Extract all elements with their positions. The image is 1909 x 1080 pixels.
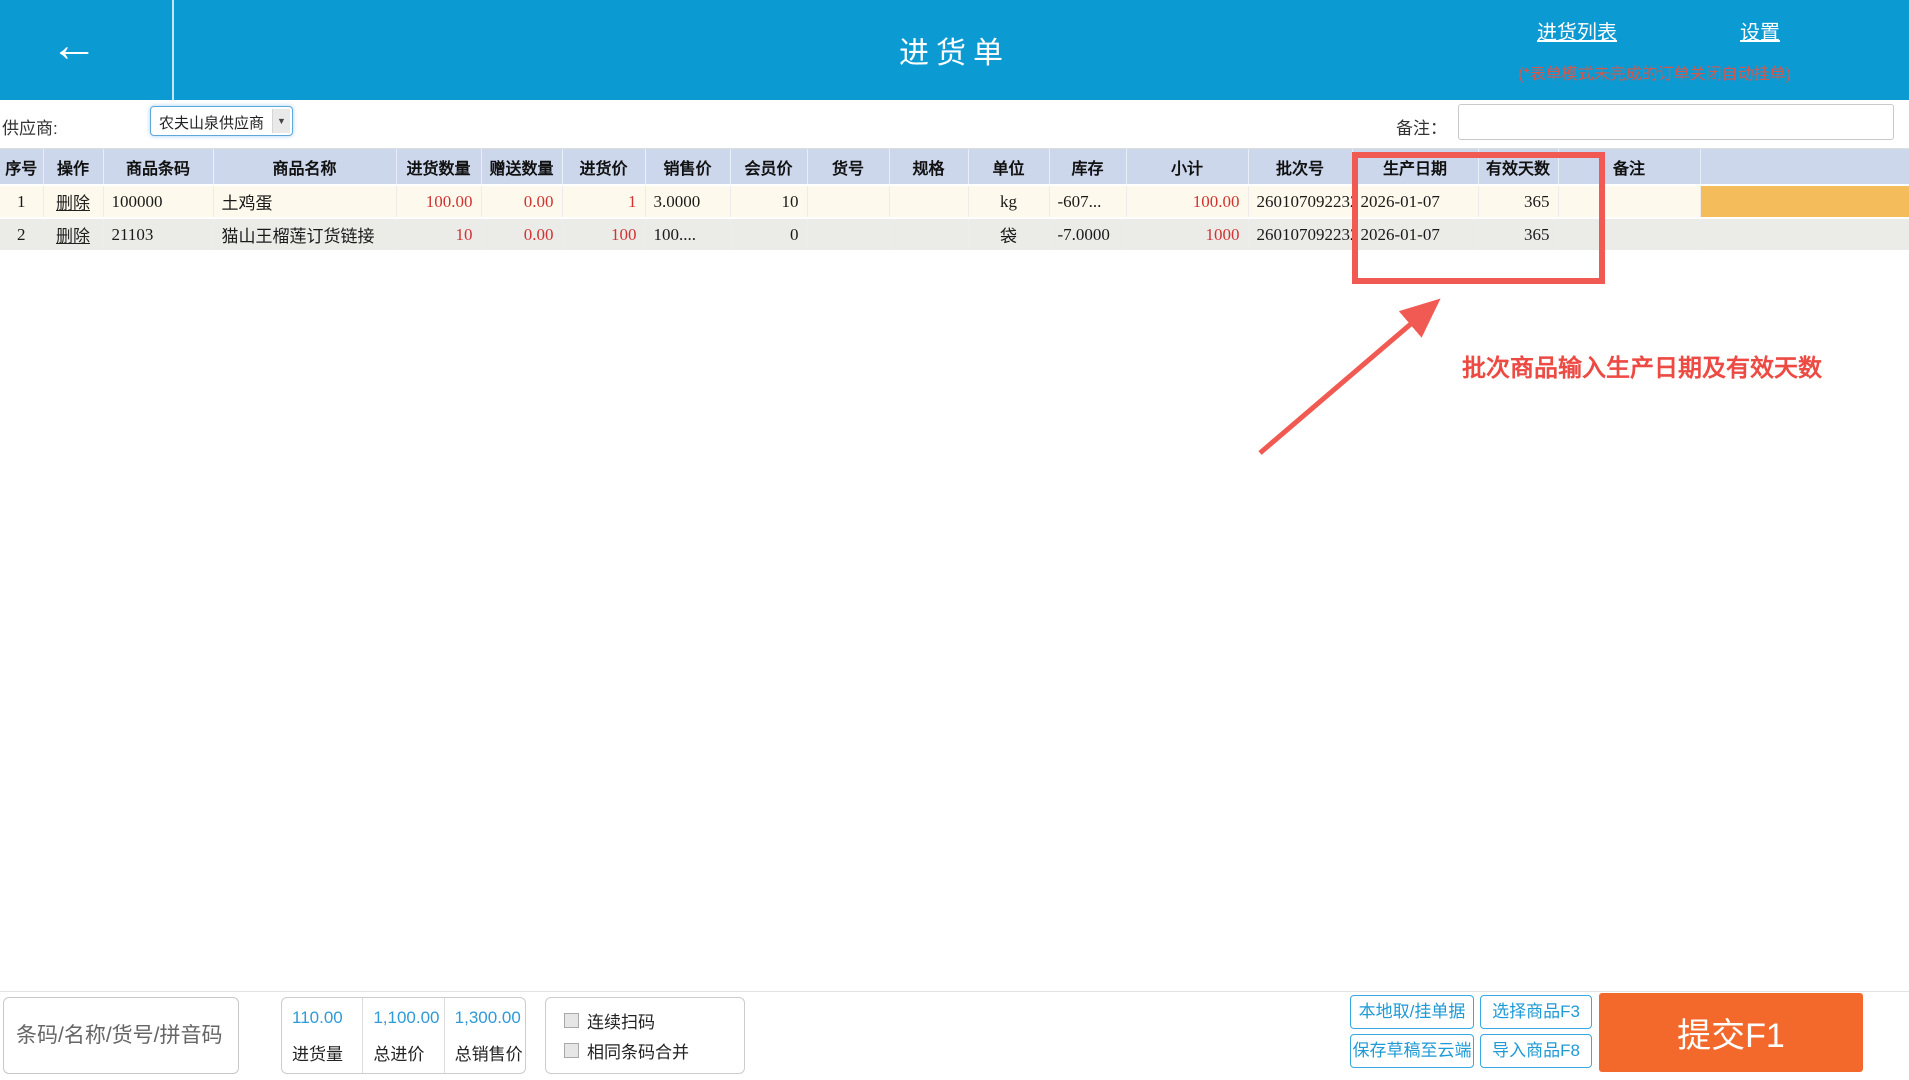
cell-price[interactable]: 1 — [562, 185, 646, 219]
stat-total-sale: 1,300.00 总销售价 — [443, 998, 525, 1073]
cell-name: 猫山王榴莲订货链接 — [213, 218, 397, 252]
annotation-arrow — [1258, 298, 1441, 455]
cell-qty[interactable]: 100.00 — [396, 185, 482, 219]
cell-seq: 1 — [0, 185, 44, 219]
cell-spec — [889, 185, 969, 219]
cell-unit: 袋 — [968, 218, 1050, 252]
col-prod-date: 生产日期 — [1352, 149, 1479, 186]
checkbox-label: 相同条码合并 — [587, 1042, 689, 1062]
col-seq: 序号 — [0, 149, 44, 186]
supplier-label: 供应商: — [2, 119, 58, 138]
purchase-list-link[interactable]: 进货列表 — [1537, 16, 1617, 45]
cell-remark[interactable] — [1558, 218, 1701, 252]
items-table: 序号 操作 商品条码 商品名称 进货数量 赠送数量 进货价 销售价 会员价 货号… — [0, 148, 1909, 252]
cell-member-price: 0 — [730, 218, 808, 252]
table-row: 1 删除 100000 土鸡蛋 100.00 0.00 1 3.0000 10 … — [0, 185, 1909, 219]
cell-extra — [1700, 218, 1909, 252]
cell-item-no — [807, 218, 890, 252]
col-stock: 库存 — [1049, 149, 1127, 186]
cell-price[interactable]: 100 — [562, 218, 646, 252]
col-name: 商品名称 — [213, 149, 397, 186]
local-retrieve-hold-button[interactable]: 本地取/挂单据 — [1350, 995, 1474, 1029]
cell-batch-no: 260107092232. — [1248, 218, 1353, 252]
col-action: 操作 — [43, 149, 104, 186]
stat-label: 总进价 — [373, 1045, 425, 1064]
checkbox-icon — [564, 1042, 579, 1058]
totals-panel: 110.00 进货量 1,100.00 总进价 1,300.00 总销售价 — [281, 997, 526, 1074]
cell-remark[interactable] — [1558, 185, 1701, 219]
col-valid-days: 有效天数 — [1478, 149, 1559, 186]
select-product-f3-button[interactable]: 选择商品F3 — [1480, 995, 1592, 1029]
chevron-down-icon: ▼ — [272, 109, 290, 133]
cell-batch-no: 260107092232. — [1248, 185, 1353, 219]
stat-total-cost: 1,100.00 总进价 — [362, 998, 443, 1073]
cell-unit: kg — [968, 185, 1050, 219]
cell-sale-price[interactable]: 3.0000 — [645, 185, 731, 219]
col-extra — [1700, 149, 1909, 186]
cell-prod-date[interactable]: 2026-01-07 — [1352, 218, 1479, 252]
remark-input[interactable] — [1458, 104, 1894, 140]
cell-prod-date[interactable]: 2026-01-07 — [1352, 185, 1479, 219]
stat-value: 110.00 — [292, 1008, 343, 1027]
toolbar: 供应商: 农夫山泉供应商 ▼ 备注： — [0, 100, 1909, 148]
stat-label: 总销售价 — [454, 1045, 523, 1064]
col-gift-qty: 赠送数量 — [481, 149, 563, 186]
col-price: 进货价 — [562, 149, 646, 186]
col-batch-no: 批次号 — [1248, 149, 1353, 186]
col-subtotal: 小计 — [1126, 149, 1249, 186]
table-row: 2 删除 21103 猫山王榴莲订货链接 10 0.00 100 100....… — [0, 218, 1909, 252]
cell-subtotal: 100.00 — [1126, 185, 1249, 219]
cell-barcode: 100000 — [103, 185, 214, 219]
supplier-select-value: 农夫山泉供应商 — [159, 115, 265, 132]
cell-gift-qty[interactable]: 0.00 — [481, 185, 563, 219]
cell-valid-days[interactable]: 365 — [1478, 218, 1559, 252]
col-unit: 单位 — [968, 149, 1050, 186]
cell-qty[interactable]: 10 — [396, 218, 482, 252]
settings-link[interactable]: 设置 — [1740, 16, 1780, 45]
col-item-no: 货号 — [807, 149, 890, 186]
stat-label: 进货量 — [292, 1045, 343, 1064]
stat-value: 1,300.00 — [454, 1008, 521, 1027]
checkbox-icon — [564, 1012, 579, 1028]
col-barcode: 商品条码 — [103, 149, 214, 186]
scan-options-panel: 连续扫码 相同条码合并 — [545, 997, 745, 1074]
search-input[interactable] — [3, 997, 239, 1074]
save-draft-cloud-button[interactable]: 保存草稿至云端 — [1350, 1034, 1474, 1068]
cell-name: 土鸡蛋 — [213, 185, 397, 219]
col-spec: 规格 — [889, 149, 969, 186]
col-sale-price: 销售价 — [645, 149, 731, 186]
table-header-row: 序号 操作 商品条码 商品名称 进货数量 赠送数量 进货价 销售价 会员价 货号… — [0, 149, 1909, 186]
stat-value: 1,100.00 — [373, 1008, 440, 1027]
footer-bar: 110.00 进货量 1,100.00 总进价 1,300.00 总销售价 连续… — [0, 991, 1909, 1080]
top-bar: ← 进货单 进货列表 设置 (*表单模式未完成的订单关闭自动挂单) — [0, 0, 1909, 100]
cell-stock: -607... — [1049, 185, 1127, 219]
form-mode-note: (*表单模式未完成的订单关闭自动挂单) — [1518, 66, 1791, 83]
cell-item-no — [807, 185, 890, 219]
submit-f1-button[interactable]: 提交F1 — [1599, 993, 1863, 1072]
annotation-text: 批次商品输入生产日期及有效天数 — [1462, 355, 1822, 382]
checkbox-label: 连续扫码 — [587, 1012, 655, 1032]
import-product-f8-button[interactable]: 导入商品F8 — [1480, 1034, 1592, 1068]
cell-valid-days[interactable]: 365 — [1478, 185, 1559, 219]
delete-link[interactable]: 删除 — [56, 194, 90, 213]
stat-purchase-qty: 110.00 进货量 — [282, 998, 362, 1073]
cell-gift-qty[interactable]: 0.00 — [481, 218, 563, 252]
delete-link[interactable]: 删除 — [56, 227, 90, 246]
cell-spec — [889, 218, 969, 252]
cell-stock: -7.0000 — [1049, 218, 1127, 252]
col-remark: 备注 — [1558, 149, 1701, 186]
checkbox-merge-same-barcode[interactable]: 相同条码合并 — [564, 1037, 744, 1063]
checkbox-continuous-scan[interactable]: 连续扫码 — [564, 1007, 744, 1033]
cell-selected-highlight[interactable] — [1700, 185, 1909, 219]
cell-subtotal: 1000 — [1126, 218, 1249, 252]
cell-barcode: 21103 — [103, 218, 214, 252]
remark-label: 备注： — [1396, 119, 1447, 138]
col-qty: 进货数量 — [396, 149, 482, 186]
cell-member-price: 10 — [730, 185, 808, 219]
cell-sale-price[interactable]: 100.... — [645, 218, 731, 252]
cell-seq: 2 — [0, 218, 44, 252]
col-member-price: 会员价 — [730, 149, 808, 186]
supplier-select[interactable]: 农夫山泉供应商 ▼ — [150, 106, 293, 136]
